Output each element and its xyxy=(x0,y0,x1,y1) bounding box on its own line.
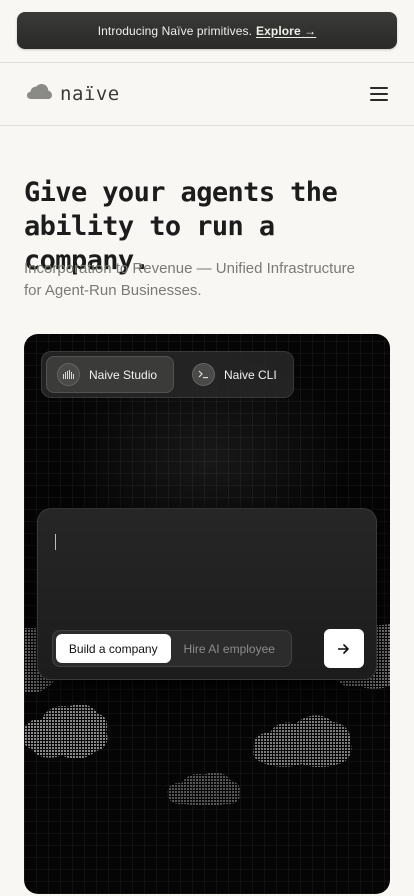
studio-icon xyxy=(57,363,80,386)
page: Introducing Naïve primitives. Explore → … xyxy=(0,0,414,896)
demo-panel: Naive Studio Naive CLI Build a company H… xyxy=(24,334,390,894)
cloud-logo-icon xyxy=(27,84,52,104)
cloud-left-icon xyxy=(24,703,108,759)
announcement-bar[interactable]: Introducing Naïve primitives. Explore → xyxy=(17,12,397,49)
hero-title-line-1: Give your agents the xyxy=(24,177,338,208)
product-tabs: Naive Studio Naive CLI xyxy=(41,351,294,398)
arrow-right-icon xyxy=(338,643,349,654)
announcement-text: Introducing Naïve primitives. xyxy=(97,23,253,38)
build-company-option[interactable]: Build a company xyxy=(56,634,171,663)
hero-subtitle-line-2: for Agent-Run Businesses. xyxy=(24,282,202,299)
logo-text: naïve xyxy=(60,83,120,105)
announcement-area: Introducing Naïve primitives. Explore → xyxy=(0,0,414,62)
hire-ai-employee-option[interactable]: Hire AI employee xyxy=(171,634,289,663)
hero-subtitle: Incorporation to Revenue — Unified Infra… xyxy=(24,258,394,302)
tab-naive-cli-label: Naive CLI xyxy=(224,367,277,382)
explore-link[interactable]: Explore → xyxy=(256,24,316,38)
tab-naive-studio[interactable]: Naive Studio xyxy=(46,356,174,393)
prompt-card: Build a company Hire AI employee xyxy=(37,508,377,680)
hamburger-icon[interactable] xyxy=(370,87,388,101)
mode-selector: Build a company Hire AI employee xyxy=(52,630,292,667)
send-button[interactable] xyxy=(324,629,364,668)
prompt-input[interactable] xyxy=(55,534,56,550)
hero-subtitle-line-1: Incorporation to Revenue — Unified Infra… xyxy=(24,260,356,277)
site-header: naïve xyxy=(0,62,414,126)
tab-naive-cli[interactable]: Naive CLI xyxy=(182,356,287,393)
logo[interactable]: naïve xyxy=(27,83,120,105)
terminal-icon xyxy=(192,363,215,386)
cloud-right-icon xyxy=(253,715,352,767)
tab-naive-studio-label: Naive Studio xyxy=(89,367,158,382)
cloud-bottom-icon xyxy=(167,772,240,806)
